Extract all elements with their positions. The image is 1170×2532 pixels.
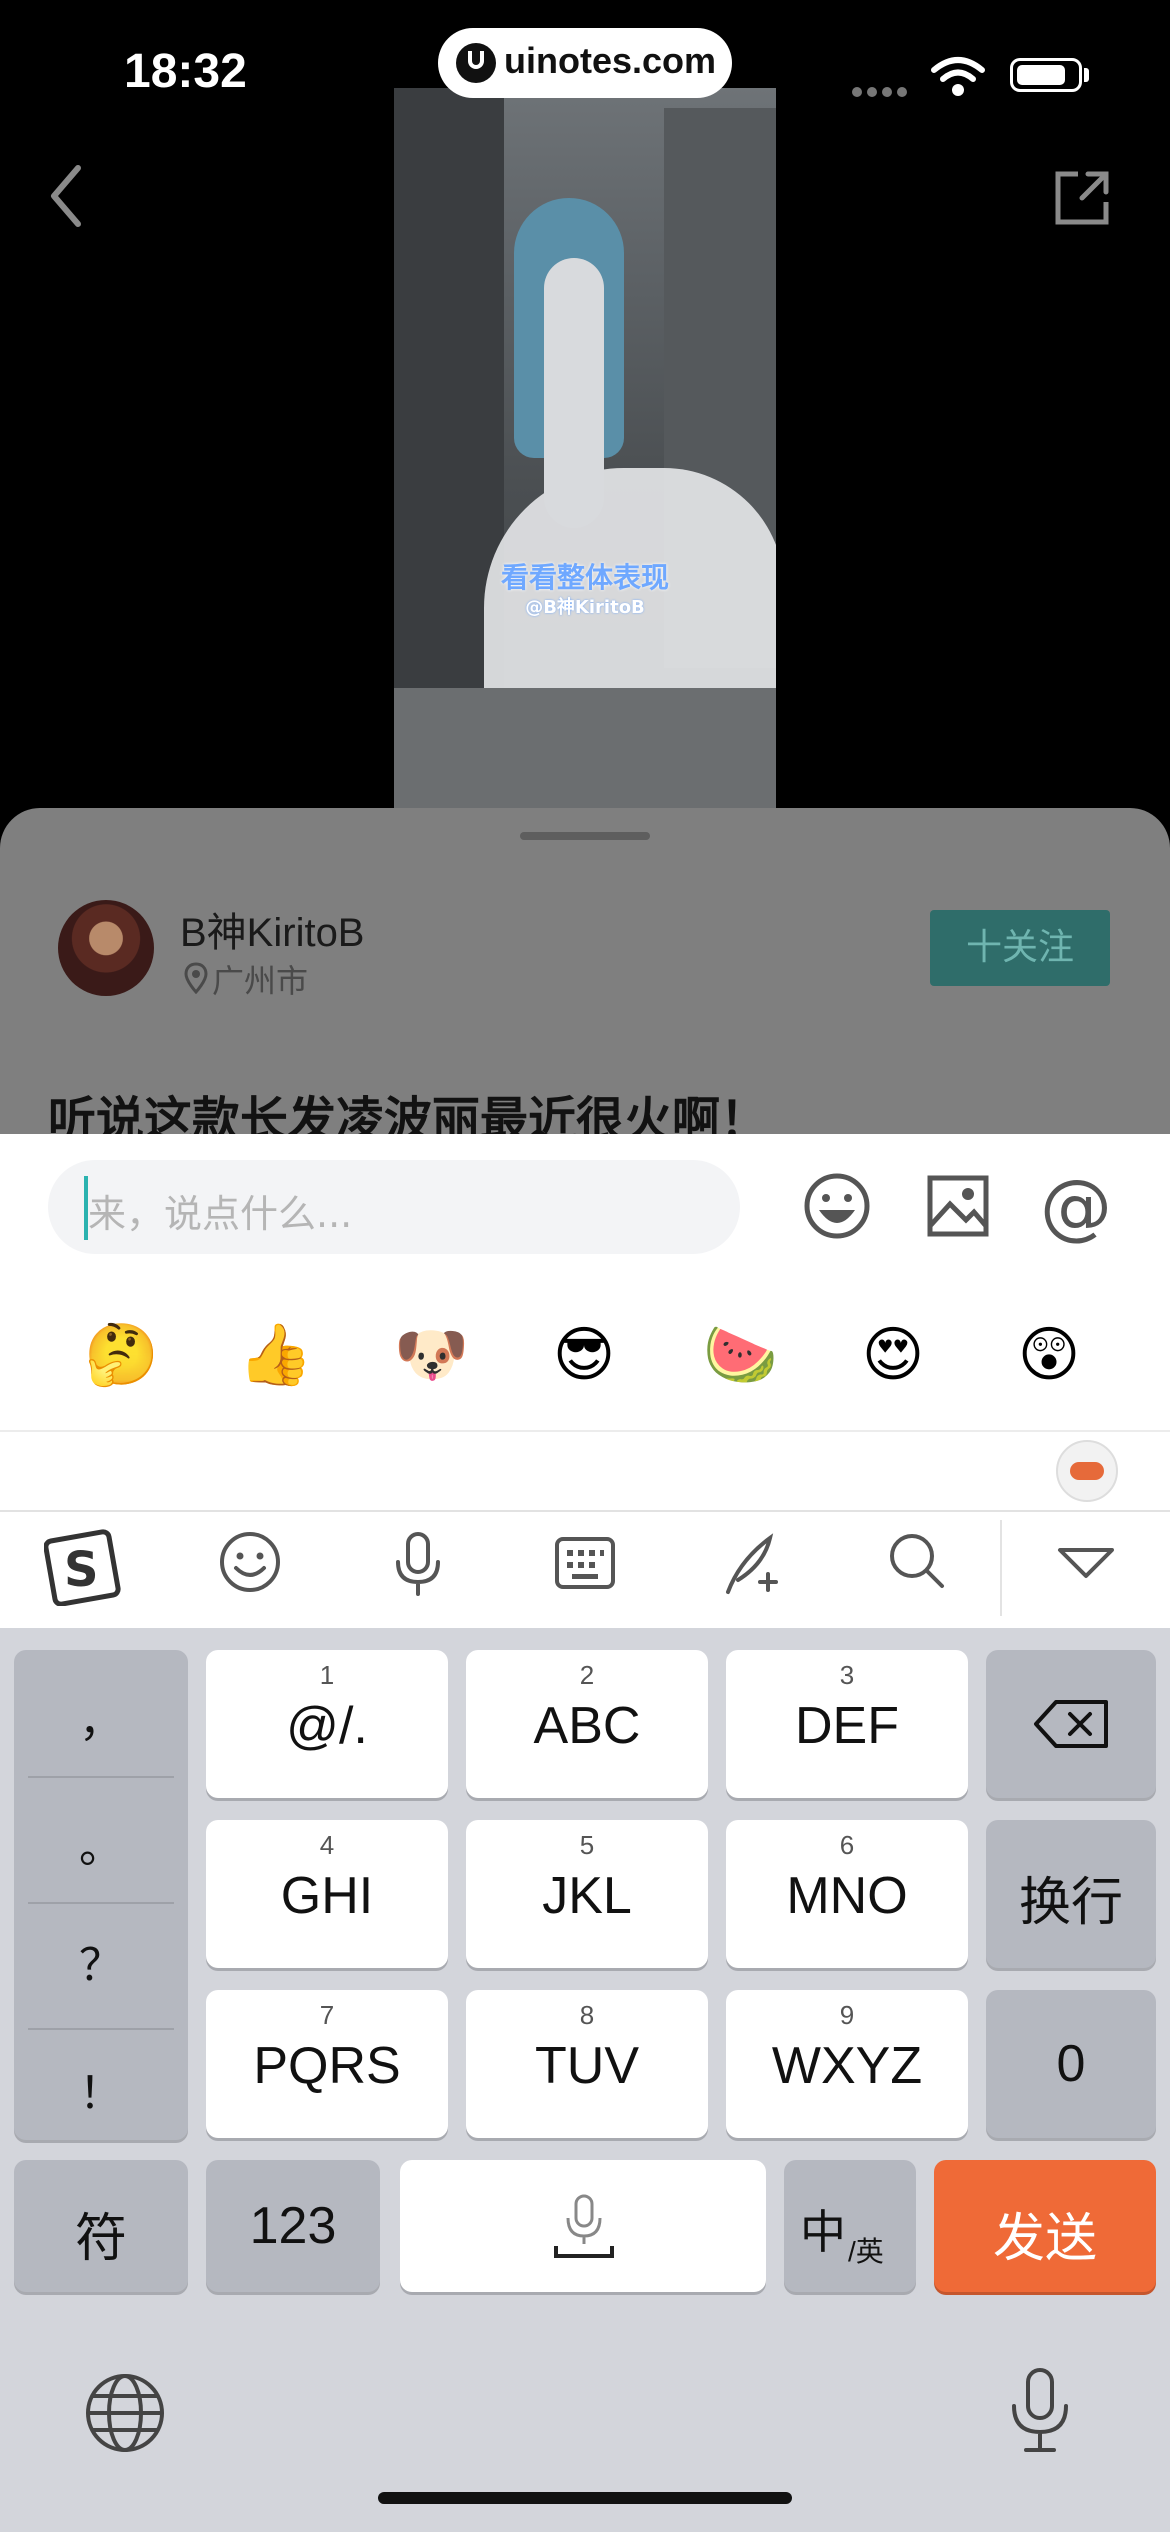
punct-key-question[interactable]: ？ [14, 1904, 188, 2028]
mention-icon[interactable]: @ [1040, 1164, 1112, 1248]
key-9[interactable]: 9 WXYZ [726, 1990, 968, 2138]
emoji-icon[interactable] [218, 1530, 282, 1594]
key-number: 3 [839, 1660, 855, 1690]
globe-icon[interactable] [84, 2372, 166, 2454]
figure-body [544, 258, 604, 528]
key-number: 1 [319, 1660, 335, 1690]
punct-separator [28, 2028, 174, 2030]
key-number: 7 [319, 2000, 335, 2030]
emoji-toggle-icon[interactable] [803, 1172, 871, 1240]
quill-icon[interactable] [720, 1530, 786, 1596]
quick-emoji-5[interactable]: 🍉 [703, 1320, 778, 1390]
search-icon[interactable] [886, 1530, 946, 1592]
send-button[interactable]: 发送 [934, 2160, 1156, 2292]
key-label: WXYZ [771, 2037, 923, 2095]
language-switch-key[interactable]: 中 /英 [784, 2160, 916, 2292]
punct-key-period[interactable]: 。 [14, 1786, 188, 1910]
key-4[interactable]: 4 GHI [206, 1820, 448, 1968]
numbers-key[interactable]: 123 [206, 2160, 380, 2292]
key-label: ABC [533, 1697, 641, 1755]
comment-placeholder: 来，说点什么... [88, 1192, 353, 1236]
video-frame[interactable]: 看看整体表现 @B神KiritoB [394, 88, 776, 808]
keyboard-icon[interactable] [554, 1536, 616, 1590]
lang-main-label: 中 [800, 2206, 846, 2258]
backspace-key[interactable] [986, 1650, 1156, 1798]
key-number: 9 [839, 2000, 855, 2030]
key-label: GHI [280, 1867, 374, 1925]
key-label: TUV [535, 2037, 639, 2095]
ime-mascot-icon[interactable] [1056, 1440, 1118, 1502]
key-3[interactable]: 3 DEF [726, 1650, 968, 1798]
status-time: 18:32 [124, 45, 247, 98]
key-label: 0 [1056, 2035, 1086, 2093]
signal-icon [852, 82, 912, 97]
chevron-down-icon[interactable] [1056, 1546, 1116, 1580]
key-8[interactable]: 8 TUV [466, 1990, 708, 2138]
key-6[interactable]: 6 MNO [726, 1820, 968, 1968]
quick-emoji-1[interactable]: 🤔 [84, 1320, 159, 1390]
key-label: JKL [542, 1867, 632, 1925]
author-name[interactable]: B神KiritoB [180, 900, 365, 958]
dictation-mic-icon[interactable] [1008, 2366, 1072, 2456]
key-5[interactable]: 5 JKL [466, 1820, 708, 1968]
share-icon[interactable] [1052, 168, 1112, 228]
image-icon[interactable] [926, 1174, 990, 1238]
newline-key[interactable]: 换行 [986, 1820, 1156, 1968]
key-2[interactable]: 2 ABC [466, 1650, 708, 1798]
key-number: 6 [839, 1830, 855, 1860]
panel-divider [0, 1430, 1170, 1432]
location-pin-icon [184, 962, 208, 994]
video-caption: 看看整体表现 [500, 561, 669, 594]
quick-emoji-7[interactable]: 😲 [1014, 1320, 1084, 1390]
quick-emoji-2[interactable]: 👍 [238, 1320, 313, 1390]
wifi-icon [931, 57, 985, 96]
backspace-icon [1034, 1700, 1108, 1748]
key-label: DEF [795, 1697, 899, 1755]
svg-text:S: S [64, 1542, 99, 1598]
key-label: 换行 [1018, 1874, 1123, 1932]
sogou-logo-icon[interactable]: S [44, 1526, 124, 1606]
location-text: 广州市 [212, 962, 309, 1000]
uinotes-logo-icon [456, 43, 496, 83]
punct-key-exclaim[interactable]: ！ [14, 2032, 188, 2156]
key-1[interactable]: 1 @/. [206, 1650, 448, 1798]
key-number: 4 [319, 1830, 335, 1860]
quick-emoji-3[interactable]: 🐶 [394, 1320, 469, 1390]
key-number: 2 [579, 1660, 595, 1690]
punct-key-comma[interactable]: ， [14, 1660, 188, 1784]
url-text: uinotes.com [504, 40, 717, 81]
sheet-handle[interactable] [520, 832, 650, 840]
key-7[interactable]: 7 PQRS [206, 1990, 448, 2138]
key-label: @/. [286, 1697, 368, 1755]
key-label: 符 [74, 2210, 127, 2268]
battery-tip [1084, 68, 1089, 82]
avatar[interactable] [58, 900, 154, 996]
space-key[interactable] [400, 2160, 766, 2292]
microphone-icon[interactable] [392, 1530, 444, 1598]
key-number: 5 [579, 1830, 595, 1860]
video-watermark: @B神KiritoB [525, 597, 645, 618]
key-label: 123 [249, 2197, 337, 2255]
space-mic-icon [554, 2194, 614, 2258]
punct-separator [28, 1776, 174, 1778]
key-label: PQRS [253, 2037, 401, 2095]
back-icon[interactable] [44, 160, 88, 232]
lang-sub-label: /英 [848, 2236, 884, 2267]
key-0[interactable]: 0 [986, 1990, 1156, 2138]
home-indicator[interactable] [378, 2492, 792, 2504]
quick-emoji-4[interactable]: 😎 [549, 1320, 619, 1390]
url-pill: uinotes.com [438, 28, 732, 98]
key-label: 发送 [992, 2210, 1097, 2268]
symbols-key[interactable]: 符 [14, 2160, 188, 2292]
toolbar-separator [1000, 1520, 1002, 1616]
key-label: MNO [786, 1867, 908, 1925]
quick-emoji-6[interactable]: 😍 [858, 1320, 928, 1390]
key-number: 8 [579, 2000, 595, 2030]
figure-ledge [394, 688, 776, 808]
battery-icon [1010, 58, 1082, 92]
follow-button[interactable]: 十关注 [930, 910, 1110, 986]
